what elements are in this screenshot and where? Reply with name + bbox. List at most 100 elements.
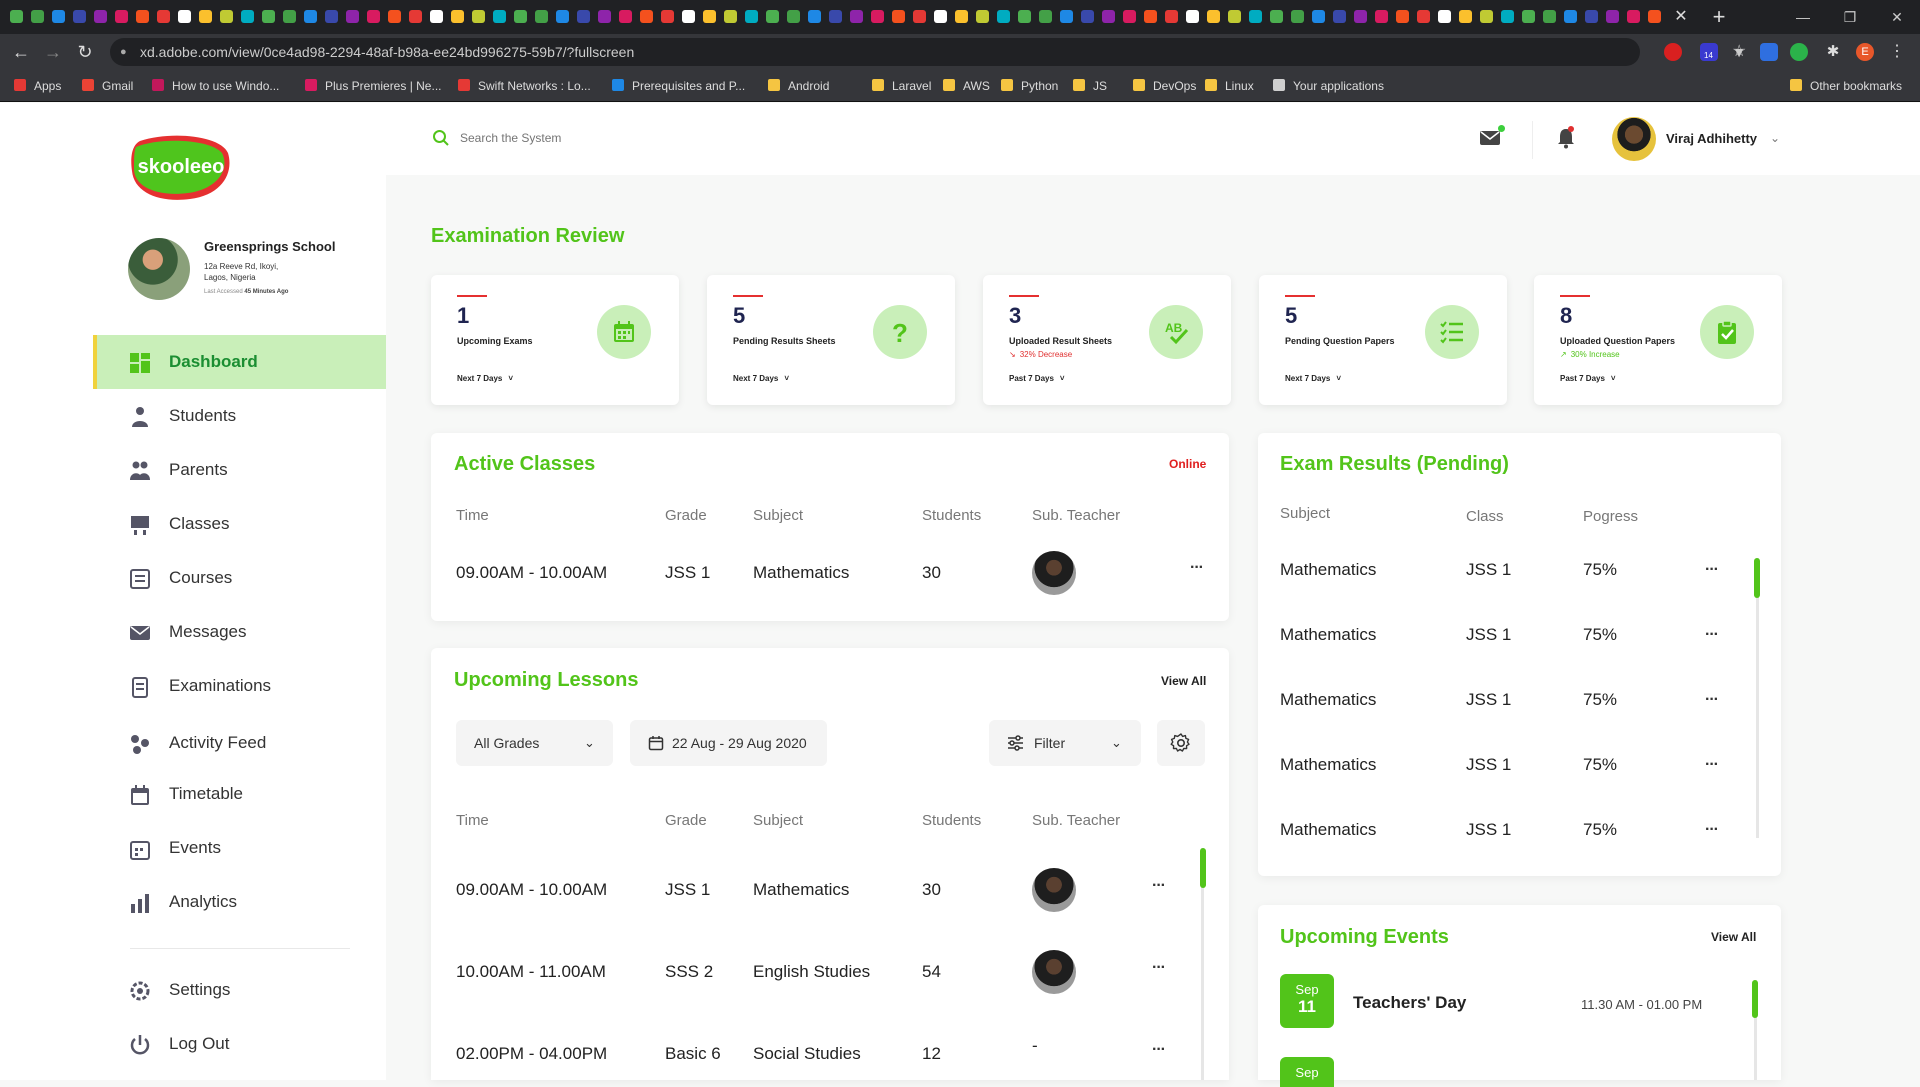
tab-favicon[interactable] [1522, 10, 1535, 23]
stat-card[interactable]: 1 Upcoming Exams Next 7 Days ˅ [431, 275, 679, 405]
more-options-icon[interactable]: ··· [1705, 821, 1719, 839]
more-options-icon[interactable]: ··· [1190, 559, 1204, 577]
tab-favicon[interactable] [1480, 10, 1493, 23]
tab-favicon[interactable] [1144, 10, 1157, 23]
tab-favicon[interactable] [829, 10, 842, 23]
tab-favicon[interactable] [157, 10, 170, 23]
tab-favicon[interactable] [178, 10, 191, 23]
tab-favicon[interactable] [220, 10, 233, 23]
bookmark-item[interactable]: Linux [1205, 70, 1254, 102]
sidebar-item-activity-feed[interactable]: Activity Feed [93, 716, 386, 770]
extension-red-icon[interactable] [1664, 43, 1682, 61]
bookmark-item[interactable]: Android [768, 70, 829, 102]
tab-favicon[interactable] [304, 10, 317, 23]
sidebar-item-courses[interactable]: Courses [93, 551, 386, 605]
tab-favicon[interactable] [661, 10, 674, 23]
sidebar-item-students[interactable]: Students [93, 389, 386, 443]
tab-favicon[interactable] [703, 10, 716, 23]
forward-button[interactable]: → [40, 39, 66, 65]
tab-favicon[interactable] [598, 10, 611, 23]
tab-favicon[interactable] [1375, 10, 1388, 23]
tab-favicon[interactable] [1648, 10, 1661, 23]
tab-favicon[interactable] [115, 10, 128, 23]
sidebar-item-events[interactable]: Events [93, 821, 386, 875]
tab-favicon[interactable] [1291, 10, 1304, 23]
tab-favicon[interactable] [997, 10, 1010, 23]
tab-favicon[interactable] [1207, 10, 1220, 23]
tab-strip[interactable] [6, 8, 1666, 26]
period-dropdown[interactable]: Next 7 Days ˅ [457, 374, 513, 383]
tab-close-button[interactable]: ✕ [1670, 6, 1692, 28]
tab-favicon[interactable] [556, 10, 569, 23]
more-options-icon[interactable]: ··· [1705, 691, 1719, 709]
tab-favicon[interactable] [472, 10, 485, 23]
sidebar-item-timetable[interactable]: Timetable [93, 767, 386, 821]
tab-favicon[interactable] [1102, 10, 1115, 23]
tab-favicon[interactable] [913, 10, 926, 23]
event-name[interactable]: Teachers' Day [1353, 993, 1466, 1013]
tab-favicon[interactable] [955, 10, 968, 23]
grade-dropdown[interactable]: All Grades ⌄ [456, 720, 613, 766]
sidebar-item-settings[interactable]: Settings [93, 963, 386, 1017]
bookmark-item[interactable]: Laravel [872, 70, 931, 102]
bookmark-item[interactable]: JS [1073, 70, 1107, 102]
period-dropdown[interactable]: Next 7 Days ˅ [1285, 374, 1341, 383]
bookmark-item[interactable]: DevOps [1133, 70, 1196, 102]
back-button[interactable]: ← [8, 39, 34, 65]
tab-favicon[interactable] [892, 10, 905, 23]
tab-favicon[interactable] [787, 10, 800, 23]
tab-favicon[interactable] [850, 10, 863, 23]
lessons-view-all-link[interactable]: View All [1161, 674, 1206, 688]
mail-icon[interactable] [1479, 129, 1501, 147]
stat-card[interactable]: 5 Pending Results Sheets Next 7 Days ˅? [707, 275, 955, 405]
tab-favicon[interactable] [1186, 10, 1199, 23]
tab-favicon[interactable] [199, 10, 212, 23]
tab-favicon[interactable] [451, 10, 464, 23]
bookmark-item[interactable]: Plus Premieres | Ne... [305, 70, 441, 102]
tab-favicon[interactable] [1354, 10, 1367, 23]
user-avatar[interactable] [1612, 117, 1656, 161]
tab-favicon[interactable] [1228, 10, 1241, 23]
sidebar-item-classes[interactable]: Classes [93, 497, 386, 551]
minimize-window-button[interactable]: — [1780, 4, 1826, 30]
tab-favicon[interactable] [1018, 10, 1031, 23]
search-icon[interactable] [432, 129, 450, 147]
tab-favicon[interactable] [682, 10, 695, 23]
stat-card[interactable]: 8 Uploaded Question Papers ↗ 30% Increase Pa… [1534, 275, 1782, 405]
restore-window-button[interactable]: ❐ [1827, 4, 1873, 30]
extension-green-icon[interactable] [1790, 43, 1808, 61]
bookmark-item[interactable]: Gmail [82, 70, 133, 102]
tab-favicon[interactable] [766, 10, 779, 23]
sidebar-item-dashboard[interactable]: Dashboard [93, 335, 386, 389]
tab-favicon[interactable] [577, 10, 590, 23]
sidebar-item-analytics[interactable]: Analytics [93, 875, 386, 929]
tab-favicon[interactable] [31, 10, 44, 23]
tab-favicon[interactable] [10, 10, 23, 23]
events-view-all-link[interactable]: View All [1711, 930, 1756, 944]
settings-button[interactable] [1157, 720, 1205, 766]
tab-favicon[interactable] [1060, 10, 1073, 23]
tab-favicon[interactable] [1627, 10, 1640, 23]
tab-favicon[interactable] [409, 10, 422, 23]
bookmark-item[interactable]: Swift Networks : Lo... [458, 70, 591, 102]
lessons-scrollbar-thumb[interactable] [1200, 848, 1206, 888]
tab-favicon[interactable] [1564, 10, 1577, 23]
tab-favicon[interactable] [745, 10, 758, 23]
tab-favicon[interactable] [367, 10, 380, 23]
tab-favicon[interactable] [724, 10, 737, 23]
period-dropdown[interactable]: Next 7 Days ˅ [733, 374, 789, 383]
bookmark-item[interactable]: Python [1001, 70, 1058, 102]
tab-favicon[interactable] [1396, 10, 1409, 23]
tab-favicon[interactable] [1417, 10, 1430, 23]
extension-badge-icon[interactable]: 14 [1700, 43, 1718, 61]
tab-favicon[interactable] [1333, 10, 1346, 23]
tab-favicon[interactable] [808, 10, 821, 23]
extension-vee-icon[interactable]: ▼ [1730, 43, 1748, 61]
stat-card[interactable]: 3 Uploaded Result Sheets ↘ 32% Decrease Past… [983, 275, 1231, 405]
tab-favicon[interactable] [346, 10, 359, 23]
results-scrollbar-thumb[interactable] [1754, 558, 1760, 598]
more-options-icon[interactable]: ··· [1152, 959, 1166, 977]
more-options-icon[interactable]: ··· [1705, 626, 1719, 644]
tab-favicon[interactable] [514, 10, 527, 23]
teacher-avatar[interactable] [1032, 868, 1076, 912]
